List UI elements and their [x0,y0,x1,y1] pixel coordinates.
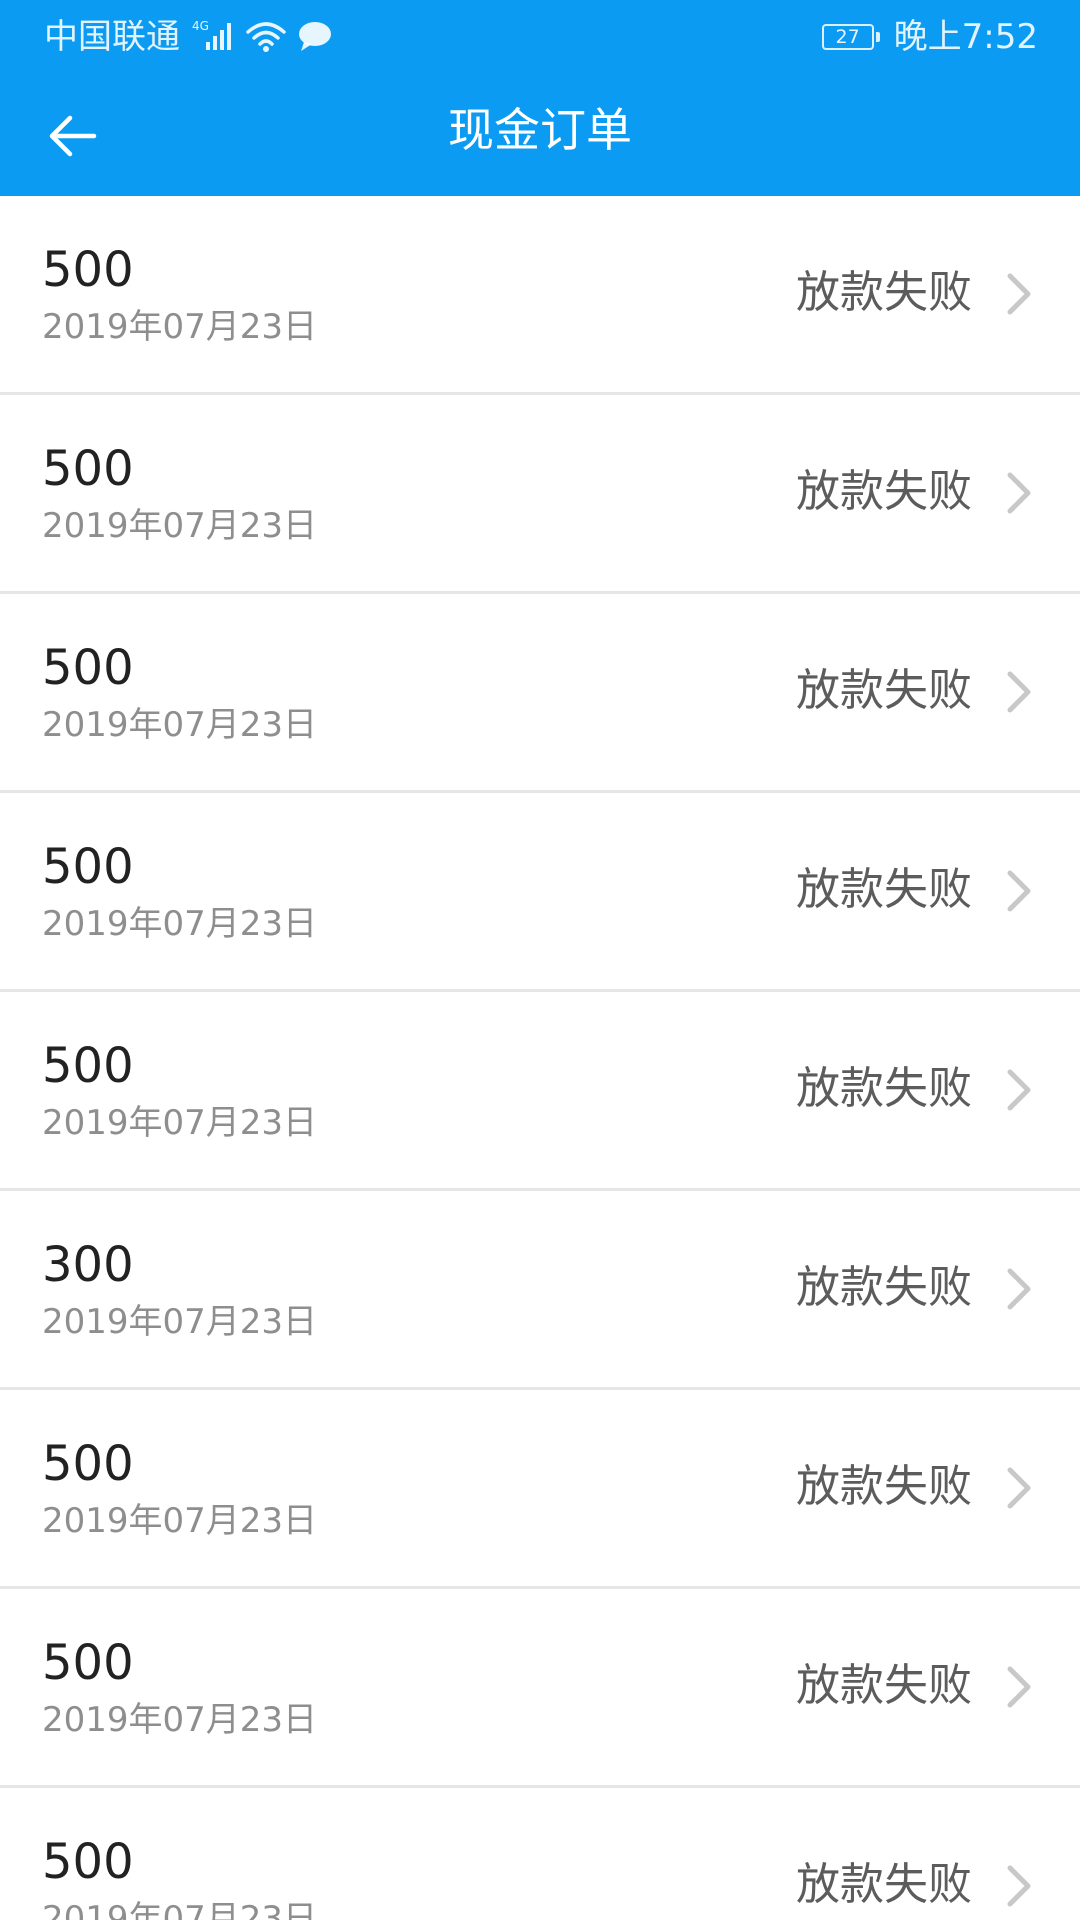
chevron-right-icon [1004,1466,1034,1510]
message-icon [296,18,334,58]
order-row[interactable]: 500 2019年07月23日 放款失败 [0,1390,1080,1589]
order-amount: 500 [42,441,134,497]
order-status: 放款失败 [796,1859,972,1910]
order-date: 2019年07月23日 [42,904,318,944]
order-amount: 500 [42,640,134,696]
order-status: 放款失败 [796,1660,972,1711]
order-date: 2019年07月23日 [42,1501,318,1541]
order-status: 放款失败 [796,665,972,716]
order-amount: 500 [42,839,134,895]
chevron-right-icon [1004,272,1034,316]
order-amount: 500 [42,242,134,298]
order-row[interactable]: 500 2019年07月23日 放款失败 [0,196,1080,395]
status-icons: 4G [192,16,342,60]
order-row[interactable]: 500 2019年07月23日 放款失败 [0,1589,1080,1788]
order-status: 放款失败 [796,1262,972,1313]
order-status: 放款失败 [796,864,972,915]
order-status: 放款失败 [796,1461,972,1512]
chevron-right-icon [1004,869,1034,913]
chevron-right-icon [1004,1068,1034,1112]
order-row[interactable]: 500 2019年07月23日 放款失败 [0,793,1080,992]
chevron-right-icon [1004,471,1034,515]
order-amount: 300 [42,1237,134,1293]
carrier-name: 中国联通 [44,17,180,57]
network-type: 4G [192,19,209,33]
order-amount: 500 [42,1834,134,1890]
battery-icon: 27 [821,24,880,50]
order-row[interactable]: 300 2019年07月23日 放款失败 [0,1191,1080,1390]
order-date: 2019年07月23日 [42,1899,318,1920]
status-bar: 中国联通 4G 27 晚上7:52 [0,0,1080,74]
page-title: 现金订单 [448,103,632,157]
signal-icon: 4G [192,18,236,58]
order-status: 放款失败 [796,267,972,318]
screen: 中国联通 4G 27 晚上7:52 现金订单 500 2019年07月23日 放… [0,0,1080,1920]
order-date: 2019年07月23日 [42,1302,318,1342]
order-row[interactable]: 500 2019年07月23日 放款失败 [0,594,1080,793]
order-list[interactable]: 500 2019年07月23日 放款失败 500 2019年07月23日 放款失… [0,196,1080,1920]
order-date: 2019年07月23日 [42,1103,318,1143]
header: 中国联通 4G 27 晚上7:52 现金订单 [0,0,1080,196]
order-amount: 500 [42,1436,134,1492]
status-right: 27 晚上7:52 [821,17,1038,57]
order-status: 放款失败 [796,1063,972,1114]
app-bar: 现金订单 [0,74,1080,196]
wifi-icon [244,18,288,58]
order-amount: 500 [42,1635,134,1691]
order-date: 2019年07月23日 [42,1700,318,1740]
order-row[interactable]: 500 2019年07月23日 放款失败 [0,992,1080,1191]
chevron-right-icon [1004,1864,1034,1908]
order-date: 2019年07月23日 [42,506,318,546]
order-row[interactable]: 500 2019年07月23日 放款失败 [0,395,1080,594]
battery-level: 27 [835,26,860,48]
order-amount: 500 [42,1038,134,1094]
order-date: 2019年07月23日 [42,307,318,347]
chevron-right-icon [1004,670,1034,714]
chevron-right-icon [1004,1665,1034,1709]
order-date: 2019年07月23日 [42,705,318,745]
order-row[interactable]: 500 2019年07月23日 放款失败 [0,1788,1080,1920]
order-status: 放款失败 [796,466,972,517]
chevron-right-icon [1004,1267,1034,1311]
status-time: 晚上7:52 [893,17,1038,57]
